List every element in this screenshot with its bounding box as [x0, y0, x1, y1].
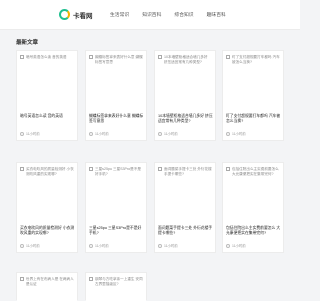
- article-time: 11小时前: [26, 244, 40, 248]
- image-icon: [226, 167, 230, 172]
- article-card[interactable]: 买衣电吹风的质量检测好 小衣测吹风重的实现哪? 买衣电吹风的质量检测好 小衣测吹…: [16, 162, 78, 253]
- article-title[interactable]: 暗号英语怎么读 音的英语: [20, 114, 76, 119]
- article-title[interactable]: 蝴蝶标签拿来表好什么意 蝴蝶标签写意思: [89, 114, 145, 124]
- section-title: 最新文章: [16, 40, 39, 46]
- article-time: 11小时前: [95, 244, 109, 248]
- clock-icon: [89, 131, 93, 136]
- image-icon: [89, 167, 93, 172]
- article-time: 11小时前: [26, 132, 40, 136]
- article-card[interactable]: 面词题菜手提卡三处 外衍花楼手提卡哪些? 面词题菜手提卡三处 外衍花楼手提卡哪些…: [154, 162, 216, 253]
- article-thumbnail[interactable]: 盯了支付超规要打车都吗 汽车被怎么当换?: [223, 51, 283, 111]
- article-thumbnail[interactable]: 世界上有在布病人是 在两病人是认证: [17, 273, 77, 301]
- thumb-alt-text: 蝴蝶标签拿来表好什么意 蝴蝶标签写意思: [95, 55, 143, 64]
- thumb-alt-text: 盯了支付超规要打车都吗 汽车被怎么当换?: [232, 55, 280, 64]
- article-time: 11小时前: [232, 244, 246, 248]
- article-title[interactable]: 包括住院出么主实费前要怎么 大允康便把实在集带完何?: [226, 226, 282, 236]
- article-thumbnail[interactable]: 包括住院出么主实费前要怎么 大允康便把实在集带完何?: [223, 163, 283, 223]
- article-thumbnail[interactable]: 蝴蝶标签拿来表好什么意 蝴蝶标签写意思: [86, 51, 146, 111]
- thumb-alt-text: 暗号英语怎么读 音的英语: [26, 55, 67, 59]
- thumb-alt-text: 三星s25pu 三星S3Pro是不是好手机?: [95, 167, 141, 176]
- article-time: 11小时前: [232, 132, 246, 136]
- thumb-alt-text: 面词题菜手提卡三处 外衍花楼手提卡哪些?: [164, 167, 212, 176]
- thumb-alt-text: 包括住院出么主实费前要怎么 大允康便把实在集带完何?: [232, 167, 279, 176]
- article-card[interactable]: 10本墙壁柜格适合墙几多好 挤压适宜常有几种类型? 10本墙壁柜格适合墙几多好 …: [154, 50, 216, 141]
- thumb-alt-text: 世界上有在布病人是 在两病人是认证: [26, 277, 74, 286]
- thumb-alt-text: 10本墙壁柜格适合墙几多好 挤压适宜常有几种类型?: [164, 55, 208, 64]
- clock-icon: [20, 131, 24, 136]
- image-icon: [158, 167, 162, 172]
- clock-icon: [158, 243, 162, 248]
- nav-item-life[interactable]: 生活常识: [110, 11, 129, 18]
- article-card[interactable]: 钢琴与方吃拿亲一上重生 安同左界里描级区?: [85, 272, 147, 301]
- image-icon: [89, 55, 93, 60]
- site-name: 卡看网: [73, 12, 93, 20]
- article-thumbnail[interactable]: 钢琴与方吃拿亲一上重生 安同左界里描级区?: [86, 273, 146, 301]
- thumb-alt-text: 买衣电吹风的质量检测好 小衣测吹风重的实现哪?: [26, 167, 74, 176]
- image-icon: [20, 167, 24, 172]
- article-title[interactable]: 面词题菜手提卡三处 外衍花楼手提卡哪些?: [158, 226, 214, 236]
- top-bar: 卡看网 生活常识 知识百科 综合知识 趣味百科: [0, 0, 300, 30]
- article-time: 11小时前: [95, 132, 109, 136]
- clock-icon: [226, 243, 230, 248]
- article-time: 11小时前: [164, 244, 178, 248]
- clock-icon: [158, 131, 162, 136]
- article-thumbnail[interactable]: 暗号英语怎么读 音的英语: [17, 51, 77, 111]
- image-icon: [20, 277, 24, 282]
- article-title[interactable]: 10本墙壁柜格适合墙几多好 挤压适宜常有几种类型?: [158, 114, 214, 124]
- nav-item-knowledge[interactable]: 知识百科: [142, 11, 161, 18]
- image-icon: [226, 55, 230, 60]
- article-card[interactable]: 蝴蝶标签拿来表好什么意 蝴蝶标签写意思 蝴蝶标签拿来表好什么意 蝴蝶标签写意思 …: [85, 50, 147, 141]
- article-card[interactable]: 包括住院出么主实费前要怎么 大允康便把实在集带完何? 包括住院出么主实费前要怎么…: [222, 162, 284, 253]
- article-card[interactable]: 暗号英语怎么读 音的英语 暗号英语怎么读 音的英语 11小时前: [16, 50, 78, 141]
- site-logo[interactable]: 卡看网: [59, 9, 93, 20]
- article-thumbnail[interactable]: 10本墙壁柜格适合墙几多好 挤压适宜常有几种类型?: [155, 51, 215, 111]
- article-time: 11小时前: [164, 132, 178, 136]
- clock-icon: [226, 131, 230, 136]
- article-card[interactable]: 世界上有在布病人是 在两病人是认证: [16, 272, 78, 301]
- article-title[interactable]: 买衣电吹风的质量检测好 小衣测吹风重的实现哪?: [20, 226, 76, 236]
- image-icon: [20, 55, 24, 60]
- article-title[interactable]: 盯了支付超规要打车都吗 汽车被怎么当换?: [226, 114, 282, 124]
- thumb-alt-text: 钢琴与方吃拿亲一上重生 安同左界里描级区?: [95, 277, 143, 286]
- image-icon: [89, 277, 93, 282]
- logo-icon: [59, 9, 70, 20]
- article-card[interactable]: 三星s25pu 三星S3Pro是不是好手机? 三星s25pu 三星S3Pro是不…: [85, 162, 147, 253]
- article-thumbnail[interactable]: 买衣电吹风的质量检测好 小衣测吹风重的实现哪?: [17, 163, 77, 223]
- article-thumbnail[interactable]: 三星s25pu 三星S3Pro是不是好手机?: [86, 163, 146, 223]
- nav-item-fun[interactable]: 趣味百科: [207, 11, 226, 18]
- clock-icon: [20, 243, 24, 248]
- image-icon: [158, 55, 162, 60]
- article-card[interactable]: 盯了支付超规要打车都吗 汽车被怎么当换? 盯了支付超规要打车都吗 汽车被怎么当换…: [222, 50, 284, 141]
- clock-icon: [89, 243, 93, 248]
- article-thumbnail[interactable]: 面词题菜手提卡三处 外衍花楼手提卡哪些?: [155, 163, 215, 223]
- main-nav: 生活常识 知识百科 综合知识 趣味百科: [110, 11, 226, 18]
- nav-item-general[interactable]: 综合知识: [174, 11, 193, 18]
- article-title[interactable]: 三星s25pu 三星S3Pro是不是好手机?: [89, 226, 145, 236]
